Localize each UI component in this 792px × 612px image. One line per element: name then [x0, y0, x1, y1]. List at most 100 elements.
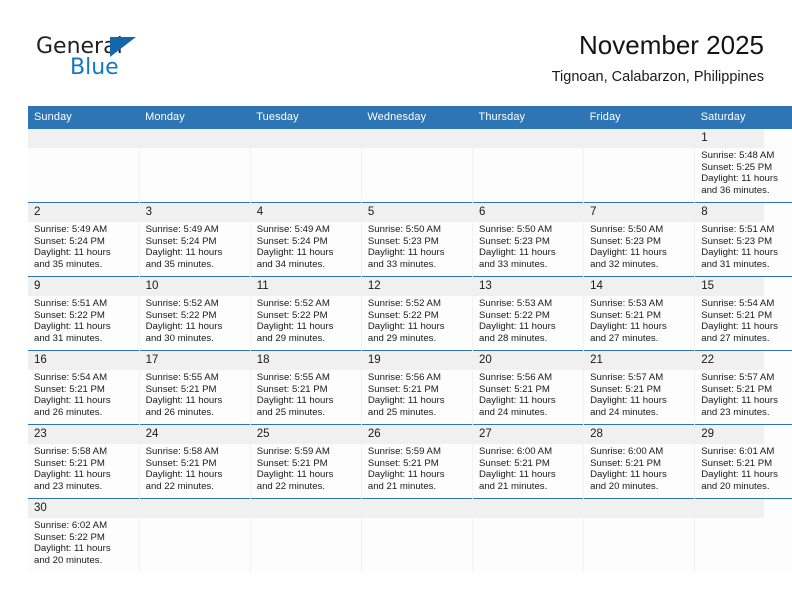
day-events [28, 148, 139, 150]
day-event-line: Sunset: 5:24 PM [145, 235, 217, 247]
calendar-day-cell[interactable]: 16 Sunrise: 5:54 AM Sunset: 5:21 PM Dayligh… [28, 350, 764, 425]
day-event-line: Sunset: 5:21 PM [256, 457, 328, 469]
day-event-line: Sunset: 5:23 PM [367, 235, 439, 247]
day-cell-inner: 2 Sunrise: 5:49 AM Sunset: 5:24 PM Daylight… [28, 203, 764, 276]
day-number: 29 [701, 428, 715, 440]
calendar-day-cell[interactable]: 15 Sunrise: 5:54 AM Sunset: 5:21 PM Dayligh… [694, 276, 792, 351]
calendar-day-cell[interactable]: 4 Sunrise: 5:49 AM Sunset: 5:24 PM Daylight… [250, 202, 362, 277]
day-event-line: and 25 minutes. [256, 406, 326, 418]
day-event-line: and 24 minutes. [479, 406, 548, 418]
calendar-day-cell[interactable]: 19 Sunrise: 5:56 AM Sunset: 5:21 PM Dayligh… [361, 350, 474, 425]
calendar-day-cell[interactable]: 14 Sunrise: 5:53 AM Sunset: 5:21 PM Dayligh… [583, 276, 696, 351]
day-event-line: Sunset: 5:21 PM [590, 457, 662, 469]
calendar-day-cell[interactable]: 22 Sunrise: 5:57 AM Sunset: 5:21 PM Dayligh… [694, 350, 792, 425]
day-event-line: and 28 minutes. [479, 332, 548, 344]
calendar-day-cell[interactable]: 20 Sunrise: 5:56 AM Sunset: 5:21 PM Dayligh… [472, 350, 585, 425]
calendar-day-cell[interactable]: 9 Sunrise: 5:51 AM Sunset: 5:22 PM Daylight… [28, 276, 764, 351]
day-cell-inner: 20 Sunrise: 5:56 AM Sunset: 5:21 PM Dayligh… [473, 351, 583, 424]
day-events [251, 518, 361, 520]
day-event-line: and 26 minutes. [145, 406, 214, 418]
day-event-line: and 31 minutes. [701, 258, 770, 270]
calendar-day-cell[interactable]: 8 Sunrise: 5:51 AM Sunset: 5:23 PM Daylight… [694, 202, 792, 277]
day-cell-inner: 21 Sunrise: 5:57 AM Sunset: 5:21 PM Dayligh… [584, 351, 694, 424]
day-events [251, 148, 361, 150]
day-number: 10 [145, 280, 159, 292]
calendar-day-cell-empty [139, 129, 251, 203]
day-event-line: Daylight: 11 hours [701, 395, 778, 407]
day-cell-inner: 22 Sunrise: 5:57 AM Sunset: 5:21 PM Dayligh… [695, 351, 792, 424]
day-number: 24 [145, 428, 159, 440]
day-events: Sunrise: 5:59 AM Sunset: 5:21 PM Daylight:… [362, 444, 472, 492]
day-event-line: Sunset: 5:21 PM [701, 457, 773, 469]
calendar-day-cell[interactable]: 10 Sunrise: 5:52 AM Sunset: 5:22 PM Dayligh… [139, 276, 251, 351]
day-event-line: Daylight: 11 hours [367, 395, 445, 407]
weekday-header-monday: Monday [139, 106, 251, 129]
calendar-day-cell[interactable]: 18 Sunrise: 5:55 AM Sunset: 5:21 PM Dayligh… [250, 350, 362, 425]
day-events: Sunrise: 5:52 AM Sunset: 5:22 PM Daylight:… [140, 296, 250, 344]
calendar-day-cell[interactable]: 17 Sunrise: 5:55 AM Sunset: 5:21 PM Dayligh… [139, 350, 251, 425]
day-events [362, 518, 472, 520]
day-cell-inner: 4 Sunrise: 5:49 AM Sunset: 5:24 PM Daylight… [251, 203, 361, 276]
day-number: 11 [256, 280, 269, 292]
calendar-header-row: Sunday Monday Tuesday Wednesday Thursday Frid… [28, 106, 792, 129]
calendar-day-cell[interactable]: 2 Sunrise: 5:49 AM Sunset: 5:24 PM Daylight… [28, 202, 764, 277]
day-cell-inner [473, 129, 583, 202]
day-cell-inner: 26 Sunrise: 5:59 AM Sunset: 5:21 PM Dayligh… [362, 425, 472, 498]
general-blue-logo[interactable]: General Blue [36, 34, 216, 92]
day-number: 9 [34, 280, 41, 292]
day-event-line: and 20 minutes. [701, 480, 770, 492]
calendar-day-cell[interactable]: 7 Sunrise: 5:50 AM Sunset: 5:23 PM Daylight… [583, 202, 696, 277]
day-event-line: Sunrise: 5:48 AM [701, 150, 775, 161]
calendar-day-cell[interactable]: 3 Sunrise: 5:49 AM Sunset: 5:24 PM Daylight… [139, 202, 251, 277]
calendar-day-cell[interactable]: 1 Sunrise: 5:48 AM Sunset: 5:25 PM Daylight… [694, 129, 792, 203]
day-cell-inner: 29 Sunrise: 6:01 AM Sunset: 5:21 PM Dayligh… [695, 425, 792, 498]
day-cell-inner: 24 Sunrise: 5:58 AM Sunset: 5:21 PM Dayligh… [140, 425, 250, 498]
day-number: 23 [34, 428, 47, 440]
day-event-line: Sunrise: 5:53 AM [590, 298, 664, 309]
day-cell-inner: 9 Sunrise: 5:51 AM Sunset: 5:22 PM Daylight… [28, 277, 764, 350]
day-events: Sunrise: 5:58 AM Sunset: 5:21 PM Daylight:… [28, 444, 139, 492]
day-event-line: Daylight: 11 hours [590, 469, 667, 481]
day-cell-inner [584, 129, 694, 202]
day-number: 14 [590, 280, 603, 292]
calendar-day-cell[interactable]: 5 Sunrise: 5:50 AM Sunset: 5:23 PM Daylight… [361, 202, 474, 277]
day-events: Sunrise: 5:52 AM Sunset: 5:22 PM Daylight:… [362, 296, 472, 344]
calendar-day-cell[interactable]: 21 Sunrise: 5:57 AM Sunset: 5:21 PM Dayligh… [583, 350, 696, 425]
page-header: General Blue November 2025 Tignoan, Cala… [28, 28, 764, 96]
day-event-line: Daylight: 11 hours [256, 321, 334, 333]
calendar-day-cell[interactable]: 13 Sunrise: 5:53 AM Sunset: 5:22 PM Dayligh… [472, 276, 585, 351]
calendar-day-cell[interactable]: 30 Sunrise: 6:02 AM Sunset: 5:22 PM Dayligh… [28, 498, 764, 572]
calendar-week-row: 2 Sunrise: 5:49 AM Sunset: 5:24 PM Daylight… [28, 202, 792, 277]
day-number: 21 [590, 354, 603, 366]
calendar-day-cell[interactable]: 12 Sunrise: 5:52 AM Sunset: 5:22 PM Dayligh… [361, 276, 474, 351]
day-event-line: Sunrise: 5:54 AM [34, 372, 108, 383]
day-events: Sunrise: 6:02 AM Sunset: 5:22 PM Daylight:… [28, 518, 139, 566]
day-event-line: and 30 minutes. [145, 332, 214, 344]
calendar-day-cell[interactable]: 23 Sunrise: 5:58 AM Sunset: 5:21 PM Dayligh… [28, 424, 764, 499]
weekday-header-tuesday: Tuesday [250, 106, 362, 129]
day-event-line: and 32 minutes. [590, 258, 659, 270]
calendar-day-cell[interactable]: 24 Sunrise: 5:58 AM Sunset: 5:21 PM Dayligh… [139, 424, 251, 499]
day-event-line: Daylight: 11 hours [701, 173, 778, 185]
day-event-line: Sunrise: 5:53 AM [479, 298, 553, 309]
day-event-line: Daylight: 11 hours [590, 247, 667, 259]
calendar-table: Sunday Monday Tuesday Wednesday Thursday Frid… [28, 106, 792, 572]
day-cell-inner [140, 499, 250, 572]
calendar-day-cell[interactable]: 25 Sunrise: 5:59 AM Sunset: 5:21 PM Dayligh… [250, 424, 362, 499]
calendar-day-cell[interactable]: 27 Sunrise: 6:00 AM Sunset: 5:21 PM Dayligh… [472, 424, 585, 499]
day-cell-inner [584, 499, 694, 572]
day-event-line: Sunset: 5:21 PM [701, 309, 773, 321]
calendar-day-cell[interactable]: 6 Sunrise: 5:50 AM Sunset: 5:23 PM Daylight… [472, 202, 585, 277]
day-event-line: and 31 minutes. [34, 332, 103, 344]
calendar-day-cell[interactable]: 26 Sunrise: 5:59 AM Sunset: 5:21 PM Dayligh… [361, 424, 474, 499]
calendar-day-cell[interactable]: 29 Sunrise: 6:01 AM Sunset: 5:21 PM Dayligh… [694, 424, 792, 499]
calendar-week-row: 30 Sunrise: 6:02 AM Sunset: 5:22 PM Dayligh… [28, 498, 792, 572]
calendar-day-cell[interactable]: 11 Sunrise: 5:52 AM Sunset: 5:22 PM Dayligh… [250, 276, 362, 351]
day-cell-inner: 14 Sunrise: 5:53 AM Sunset: 5:21 PM Dayligh… [584, 277, 694, 350]
calendar-day-cell[interactable]: 28 Sunrise: 6:00 AM Sunset: 5:21 PM Dayligh… [583, 424, 696, 499]
day-events [362, 148, 472, 150]
calendar-week-row: 16 Sunrise: 5:54 AM Sunset: 5:21 PM Dayligh… [28, 350, 792, 425]
day-event-line: Sunset: 5:24 PM [256, 235, 328, 247]
day-event-line: Daylight: 11 hours [590, 321, 667, 333]
day-cell-inner: 5 Sunrise: 5:50 AM Sunset: 5:23 PM Daylight… [362, 203, 472, 276]
